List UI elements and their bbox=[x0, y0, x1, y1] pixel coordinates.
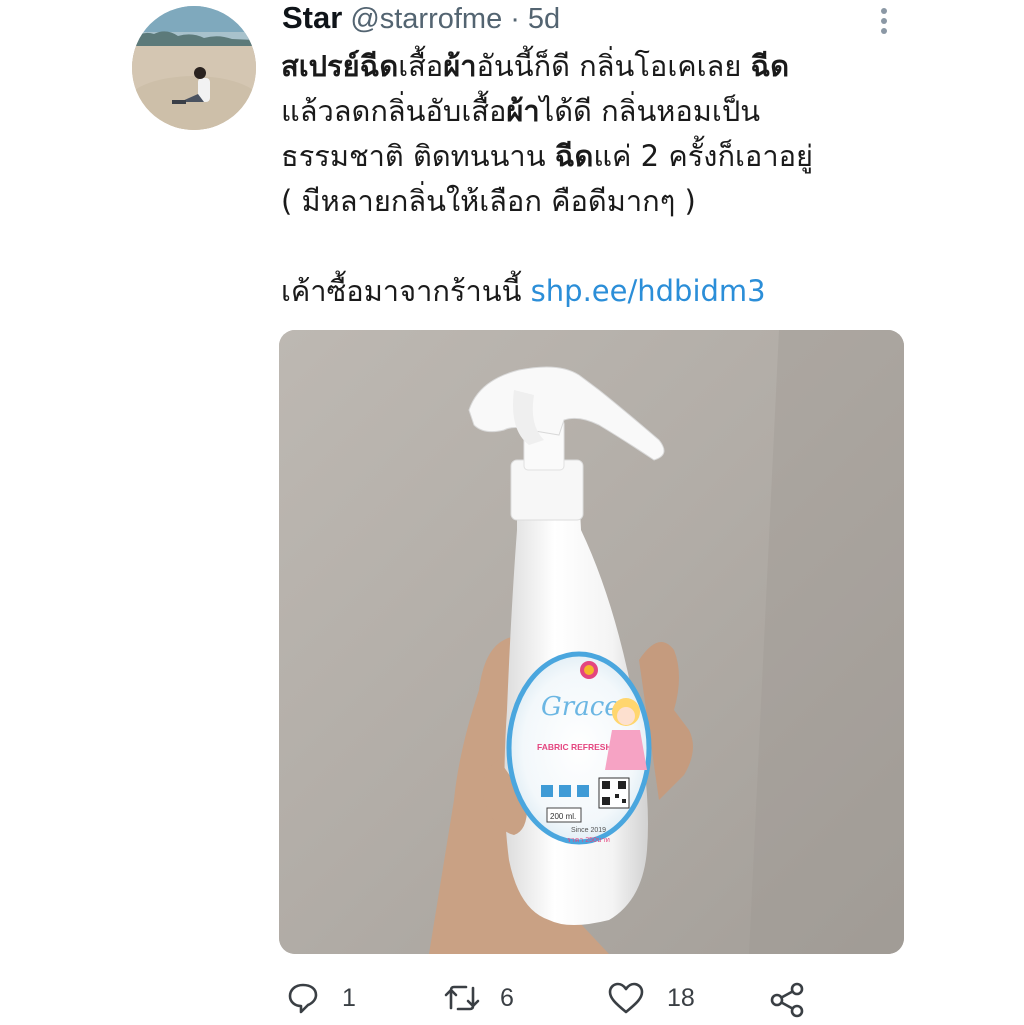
share-button[interactable] bbox=[768, 981, 806, 1019]
tweet-text-line: แล้วลดกลิ่นอับเสื้อผ้าได้ดี กลิ่นหอมเป็น bbox=[281, 89, 911, 134]
retweet-button[interactable]: 6 bbox=[442, 981, 514, 1015]
tweet-text-segment: อันนี้ก็ดี กลิ่นโอเคเลย bbox=[476, 49, 751, 83]
like-count: 18 bbox=[667, 983, 695, 1012]
tweet-text: สเปรย์ฉีดเสื้อผ้าอันนี้ก็ดี กลิ่นโอเคเลย… bbox=[281, 44, 911, 314]
avatar[interactable] bbox=[132, 6, 256, 130]
user-handle[interactable]: @starrofme bbox=[350, 3, 502, 36]
bold-keyword: ผ้า bbox=[506, 94, 540, 128]
tweet-text-line: สเปรย์ฉีดเสื้อผ้าอันนี้ก็ดี กลิ่นโอเคเลย… bbox=[281, 44, 911, 89]
separator-dot: · bbox=[510, 3, 520, 35]
tweet-text-segment: ( มีหลายกลิ่นให้เลือก คือดีมากๆ ) bbox=[281, 184, 696, 218]
shop-link[interactable]: shp.ee/hdbidm3 bbox=[531, 274, 766, 308]
tweet-text-segment: ธรรมชาติ ติดทนนาน bbox=[281, 139, 555, 173]
tweet-text-segment: เค้าซื้อมาจากร้านนี้ bbox=[281, 274, 531, 308]
tweet-actions: 1 6 18 bbox=[0, 975, 1024, 1025]
tweet-text-segment: แล้วลดกลิ่นอับเสื้อ bbox=[281, 94, 507, 128]
timestamp[interactable]: 5d bbox=[528, 3, 560, 36]
reply-count: 1 bbox=[342, 983, 356, 1012]
heart-icon bbox=[608, 982, 644, 1014]
retweet-icon bbox=[444, 985, 480, 1011]
bold-keyword: ฉีด bbox=[750, 49, 790, 83]
label-since: Since 2019 bbox=[571, 827, 606, 834]
bold-keyword: สเปรย์ฉีด bbox=[281, 49, 399, 83]
tweet-text-line: เค้าซื้อมาจากร้านนี้ shp.ee/hdbidm3 bbox=[281, 269, 911, 314]
tweet-text-segment: ได้ดี กลิ่นหอมเป็น bbox=[539, 94, 761, 128]
label-volume: 200 ml. bbox=[550, 812, 576, 821]
tweet-text-line bbox=[281, 224, 911, 269]
label-brand: Grace bbox=[541, 692, 620, 722]
bold-keyword: ฉีด bbox=[554, 139, 594, 173]
more-options-icon[interactable] bbox=[872, 4, 896, 36]
tweet-text-segment: เสื้อ bbox=[398, 49, 444, 83]
photo-hand-holding-spray-bottle-icon: Grace FABRIC REFRESHER 200 ml. Since 201… bbox=[279, 330, 904, 954]
like-button[interactable]: 18 bbox=[607, 981, 695, 1015]
tweet-header: Star @starrofme · 5d bbox=[282, 0, 560, 36]
tweet-text-segment: แค่ 2 ครั้งก็เอาอยู่ bbox=[593, 139, 814, 173]
reply-button[interactable]: 1 bbox=[286, 981, 356, 1015]
display-name[interactable]: Star bbox=[282, 0, 342, 36]
avatar-photo bbox=[132, 6, 256, 130]
tweet-media-photo[interactable]: Grace FABRIC REFRESHER 200 ml. Since 201… bbox=[279, 330, 904, 954]
bold-keyword: ผ้า bbox=[443, 49, 477, 83]
reply-icon bbox=[288, 983, 318, 1014]
share-icon bbox=[770, 982, 804, 1018]
tweet-text-line: ธรรมชาติ ติดทนนาน ฉีดแค่ 2 ครั้งก็เอาอยู… bbox=[281, 134, 911, 179]
tweet-text-line: ( มีหลายกลิ่นให้เลือก คือดีมากๆ ) bbox=[281, 179, 911, 224]
retweet-count: 6 bbox=[500, 983, 514, 1012]
label-price: ราคา 250บาท bbox=[567, 837, 610, 844]
